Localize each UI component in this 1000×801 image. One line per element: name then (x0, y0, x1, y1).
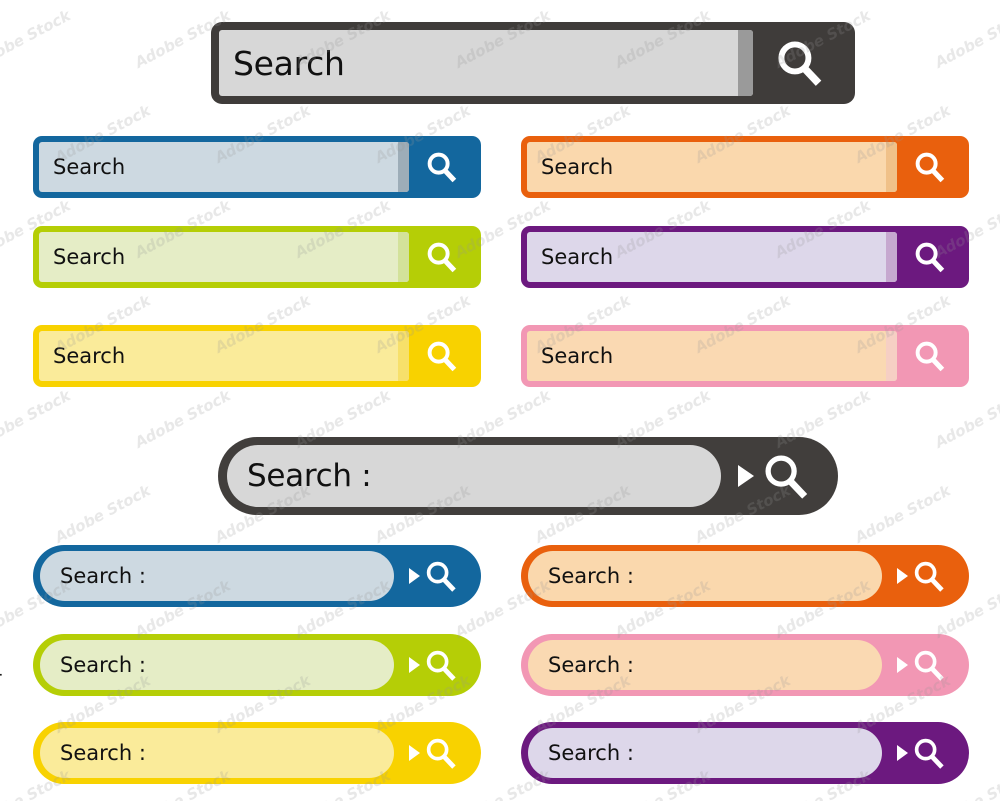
watermark-tile: Adobe Stock (451, 386, 554, 452)
watermark-tile: Adobe Stock (691, 481, 794, 547)
search-bar-set-canvas: Search Search Search Search Search Searc… (0, 0, 1000, 801)
watermark-tile: Adobe Stock (211, 101, 314, 167)
watermark-tile: Adobe Stock (691, 291, 794, 357)
watermark-tile: Adobe Stock (771, 576, 874, 642)
watermark-tile: Adobe Stock (291, 576, 394, 642)
watermark-tile: Adobe Stock (211, 671, 314, 737)
watermark-tile: Adobe Stock (611, 386, 714, 452)
watermark-tile: Adobe Stock (291, 386, 394, 452)
watermark-tile: Adobe Stock (131, 766, 234, 801)
watermark-tile: Adobe Stock (131, 576, 234, 642)
watermark-tile: Adobe Stock (851, 101, 954, 167)
watermark-tile: Adobe Stock (451, 6, 554, 72)
watermark-tile: Adobe Stock (771, 386, 874, 452)
watermark-tile: Adobe Stock (0, 576, 74, 642)
watermark-tile: Adobe Stock (371, 291, 474, 357)
watermark-tile: Adobe Stock (691, 101, 794, 167)
watermark-tile: Adobe Stock (611, 196, 714, 262)
watermark-tile: Adobe Stock (371, 101, 474, 167)
watermark-tile: Adobe Stock (51, 671, 154, 737)
watermark-tile: Adobe Stock (771, 6, 874, 72)
watermark-tile: Adobe Stock (51, 101, 154, 167)
watermark-tile: Adobe Stock (611, 576, 714, 642)
watermark-layer: Adobe Stock Adobe Stock Adobe Stock Adobe S… (0, 0, 1000, 801)
watermark-tile: Adobe Stock (611, 6, 714, 72)
watermark-tile: Adobe Stock (931, 6, 1000, 72)
watermark-tile: Adobe Stock (451, 196, 554, 262)
watermark-tile: Adobe Stock (691, 671, 794, 737)
watermark-tile: Adobe Stock (0, 766, 74, 801)
watermark-tile: Adobe Stock (851, 481, 954, 547)
watermark-tile: Adobe Stock (851, 671, 954, 737)
watermark-tile: Adobe Stock (931, 576, 1000, 642)
watermark-tile: Adobe Stock (531, 481, 634, 547)
watermark-tile: Adobe Stock (931, 386, 1000, 452)
watermark-tile: Adobe Stock (131, 6, 234, 72)
watermark-tile: Adobe Stock (451, 766, 554, 801)
watermark-tile: Adobe Stock (291, 6, 394, 72)
watermark-tile: Adobe Stock (771, 196, 874, 262)
watermark-tile: Adobe Stock (291, 196, 394, 262)
watermark-tile: Adobe Stock (0, 386, 74, 452)
watermark-tile: Adobe Stock (531, 291, 634, 357)
watermark-tile: Adobe Stock (611, 766, 714, 801)
watermark-tile: Adobe Stock (851, 291, 954, 357)
watermark-tile: Adobe Stock (51, 481, 154, 547)
watermark-tile: Adobe Stock (531, 671, 634, 737)
watermark-tile: Adobe Stock (931, 196, 1000, 262)
watermark-tile: Adobe Stock (131, 386, 234, 452)
watermark-tile: Adobe Stock (131, 196, 234, 262)
watermark-tile: Adobe Stock (771, 766, 874, 801)
watermark-tile: Adobe Stock (291, 766, 394, 801)
watermark-tile: Adobe Stock (531, 101, 634, 167)
watermark-tile: Adobe Stock (371, 671, 474, 737)
watermark-tile: Adobe Stock (211, 481, 314, 547)
watermark-tile: Adobe Stock (371, 481, 474, 547)
watermark-tile: Adobe Stock (932, 766, 1000, 801)
watermark-tile: Adobe Stock (51, 291, 154, 357)
watermark-tile: Adobe Stock (211, 291, 314, 357)
watermark-tile: Adobe Stock (0, 6, 74, 72)
watermark-tile: Adobe Stock (0, 196, 74, 262)
watermark-tile: Adobe Stock (451, 576, 554, 642)
